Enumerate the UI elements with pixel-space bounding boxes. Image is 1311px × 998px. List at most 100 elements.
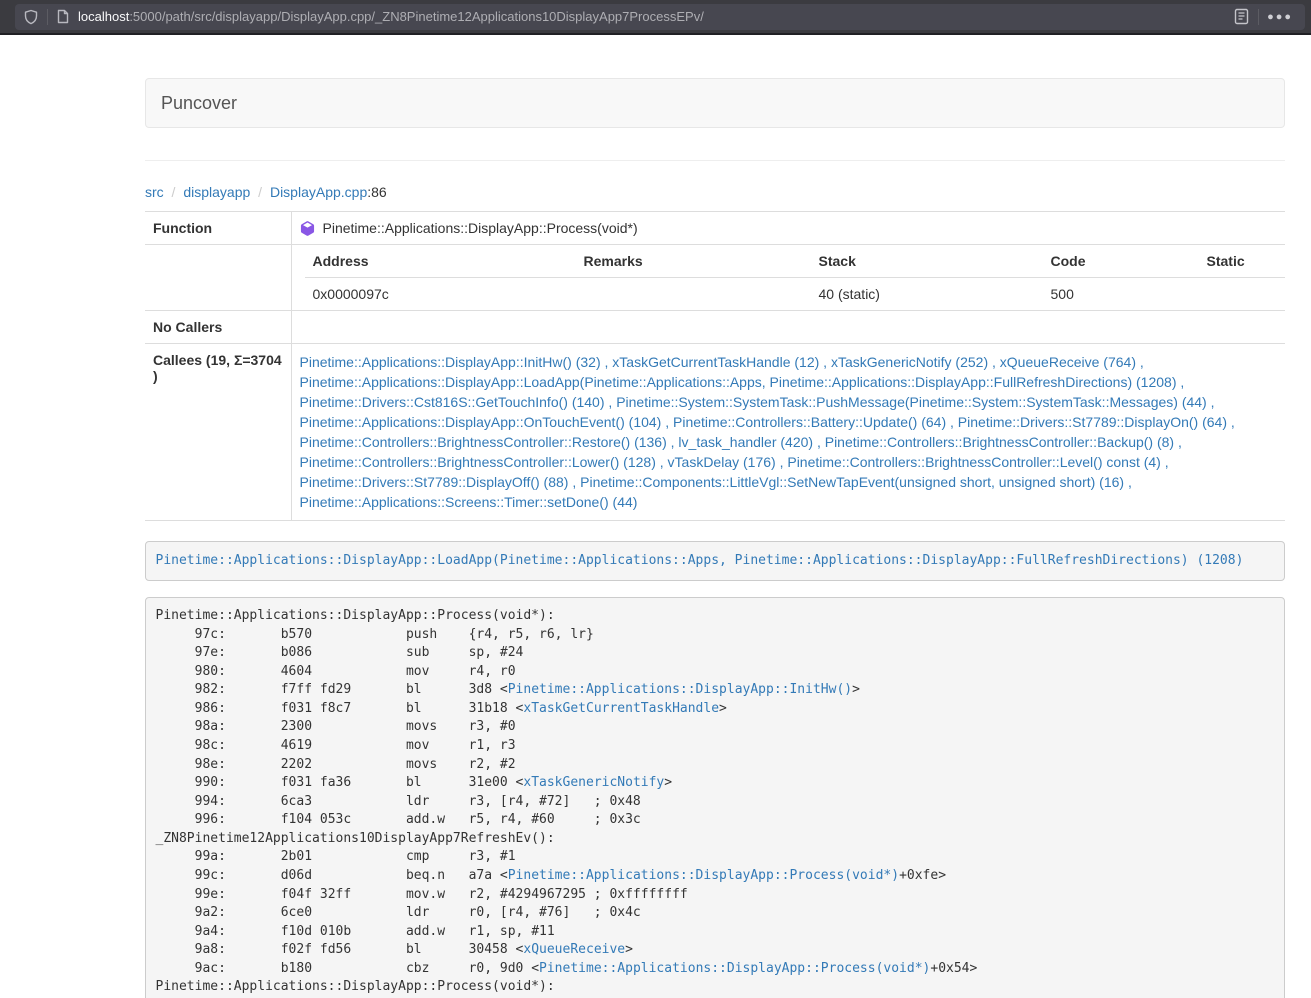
table-row-details: Address Remarks Stack Code Static 0x0000… [145, 245, 1285, 311]
callees-label: Callees (19, Σ=3704 ) [145, 344, 291, 521]
breadcrumb-line-number: :86 [367, 184, 386, 200]
asm-symbol-link[interactable]: xTaskGenericNotify [523, 775, 664, 790]
value-stack: 40 (static) [811, 278, 1043, 311]
url-bar[interactable]: localhost:5000/path/src/displayapp/Displ… [15, 4, 1305, 30]
no-callers-label: No Callers [145, 311, 291, 344]
asm-line: _ZN8Pinetime12Applications10DisplayApp7R… [156, 830, 1275, 849]
toolbar-divider [47, 9, 48, 25]
callee-line: Pinetime::Drivers::Cst816S::GetTouchInfo… [300, 392, 1278, 412]
disassembly-block: Pinetime::Applications::DisplayApp::Proc… [145, 597, 1285, 998]
asm-line: 9a8: f02f fd56 bl 30458 <xQueueReceive> [156, 941, 1275, 960]
table-row-function: Function Pinetime::Applications::Display… [145, 212, 1285, 245]
callee-line: Pinetime::Applications::DisplayApp::OnTo… [300, 412, 1278, 432]
asm-line: 9a2: 6ce0 ldr r0, [r4, #76] ; 0x4c [156, 904, 1275, 923]
page-container: Puncover src / displayapp / DisplayApp.c… [145, 78, 1285, 998]
breadcrumb-separator: / [250, 184, 270, 200]
asm-line: 97e: b086 sub sp, #24 [156, 644, 1275, 663]
table-row-no-callers: No Callers [145, 311, 1285, 344]
function-table: Function Pinetime::Applications::Display… [145, 211, 1285, 521]
callee-link[interactable]: xTaskGetCurrentTaskHandle (12) [612, 354, 819, 370]
col-code: Code [1043, 245, 1199, 278]
asm-line: 980: 4604 mov r4, r0 [156, 663, 1275, 682]
callee-line: Pinetime::Controllers::BrightnessControl… [300, 452, 1278, 472]
asm-line: 9a4: f10d 010b add.w r1, sp, #11 [156, 923, 1275, 942]
value-code: 500 [1043, 278, 1199, 311]
asm-line: 98a: 2300 movs r3, #0 [156, 718, 1275, 737]
value-address: 0x0000097c [305, 278, 576, 311]
table-row-callees: Callees (19, Σ=3704 ) Pinetime::Applicat… [145, 344, 1285, 521]
browser-toolbar: localhost:5000/path/src/displayapp/Displ… [0, 0, 1311, 35]
asm-line: 99e: f04f 32ff mov.w r2, #4294967295 ; 0… [156, 886, 1275, 905]
callee-link[interactable]: Pinetime::Controllers::BrightnessControl… [825, 434, 1174, 450]
callee-link[interactable]: Pinetime::Controllers::BrightnessControl… [300, 454, 656, 470]
callee-link[interactable]: Pinetime::Drivers::Cst816S::GetTouchInfo… [300, 394, 605, 410]
asm-line: 986: f031 f8c7 bl 31b18 <xTaskGetCurrent… [156, 700, 1275, 719]
asm-line: Pinetime::Applications::DisplayApp::Proc… [156, 607, 1275, 626]
asm-line: 97c: b570 push {r4, r5, r6, lr} [156, 626, 1275, 645]
page-icon [56, 9, 70, 24]
asm-symbol-link[interactable]: xQueueReceive [523, 942, 625, 957]
shield-icon [23, 9, 39, 25]
breadcrumb-link-src[interactable]: src [145, 184, 164, 200]
asm-symbol-link[interactable]: Pinetime::Applications::DisplayApp::Proc… [508, 868, 899, 883]
col-stack: Stack [811, 245, 1043, 278]
highlighted-callee-link[interactable]: Pinetime::Applications::DisplayApp::Load… [156, 553, 1244, 568]
page-actions-menu[interactable]: ●●● [1267, 11, 1293, 23]
callee-link[interactable]: Pinetime::Controllers::BrightnessControl… [787, 454, 1160, 470]
callee-link[interactable]: Pinetime::Drivers::St7789::DisplayOn() (… [958, 414, 1227, 430]
value-remarks [576, 278, 811, 311]
callee-link[interactable]: Pinetime::Controllers::BrightnessControl… [300, 434, 667, 450]
function-name: Pinetime::Applications::DisplayApp::Proc… [323, 220, 638, 236]
divider-rule [145, 160, 1285, 161]
callee-link[interactable]: Pinetime::Applications::DisplayApp::Load… [300, 374, 1177, 390]
toolbar-divider-2 [1258, 9, 1259, 25]
col-address: Address [305, 245, 576, 278]
callee-link[interactable]: Pinetime::System::SystemTask::PushMessag… [616, 394, 1207, 410]
url-path: :5000/path/src/displayapp/DisplayApp.cpp… [129, 9, 704, 24]
url-host: localhost [78, 9, 129, 24]
callee-link[interactable]: vTaskDelay (176) [668, 454, 776, 470]
callee-line: Pinetime::Applications::DisplayApp::Load… [300, 372, 1278, 392]
col-static: Static [1199, 245, 1286, 278]
asm-symbol-link[interactable]: Pinetime::Applications::DisplayApp::Init… [508, 682, 852, 697]
breadcrumb-separator: / [164, 184, 184, 200]
asm-line: 996: f104 053c add.w r5, r4, #60 ; 0x3c [156, 811, 1275, 830]
asm-line: 99c: d06d beq.n a7a <Pinetime::Applicati… [156, 867, 1275, 886]
callee-line: Pinetime::Applications::Screens::Timer::… [300, 492, 1278, 512]
function-label: Function [145, 212, 291, 245]
highlighted-callee-block: Pinetime::Applications::DisplayApp::Load… [145, 541, 1285, 581]
asm-line: 994: 6ca3 ldr r3, [r4, #72] ; 0x48 [156, 793, 1275, 812]
callee-line: Pinetime::Controllers::BrightnessControl… [300, 432, 1278, 452]
reader-mode-icon[interactable] [1233, 8, 1250, 25]
asm-line: 99a: 2b01 cmp r3, #1 [156, 848, 1275, 867]
breadcrumb: src / displayapp / DisplayApp.cpp:86 [145, 182, 1285, 202]
col-remarks: Remarks [576, 245, 811, 278]
callee-link[interactable]: xQueueReceive (764) [1000, 354, 1136, 370]
app-header: Puncover [145, 78, 1285, 128]
asm-line: 98c: 4619 mov r1, r3 [156, 737, 1275, 756]
callees-list: Pinetime::Applications::DisplayApp::Init… [291, 344, 1285, 521]
asm-line: 990: f031 fa36 bl 31e00 <xTaskGenericNot… [156, 774, 1275, 793]
callee-link[interactable]: Pinetime::Controllers::Battery::Update()… [673, 414, 946, 430]
url-input[interactable]: localhost:5000/path/src/displayapp/Displ… [78, 9, 704, 24]
asm-line: 9ac: b180 cbz r0, 9d0 <Pinetime::Applica… [156, 960, 1275, 979]
breadcrumb-link-DisplayApp.cpp[interactable]: DisplayApp.cpp [270, 184, 367, 200]
asm-line: 98e: 2202 movs r2, #2 [156, 756, 1275, 775]
details-table: Address Remarks Stack Code Static 0x0000… [305, 245, 1286, 310]
asm-line: 982: f7ff fd29 bl 3d8 <Pinetime::Applica… [156, 681, 1275, 700]
callee-line: Pinetime::Drivers::St7789::DisplayOff() … [300, 472, 1278, 492]
asm-symbol-link[interactable]: xTaskGetCurrentTaskHandle [523, 701, 719, 716]
value-static [1199, 278, 1286, 311]
callee-link[interactable]: Pinetime::Applications::DisplayApp::OnTo… [300, 414, 662, 430]
callee-link[interactable]: Pinetime::Components::LittleVgl::SetNewT… [580, 474, 1124, 490]
callee-link[interactable]: Pinetime::Applications::Screens::Timer::… [300, 494, 638, 510]
asm-symbol-link[interactable]: Pinetime::Applications::DisplayApp::Proc… [539, 961, 930, 976]
callee-link[interactable]: xTaskGenericNotify (252) [831, 354, 988, 370]
callee-link[interactable]: Pinetime::Drivers::St7789::DisplayOff() … [300, 474, 569, 490]
callee-line: Pinetime::Applications::DisplayApp::Init… [300, 352, 1278, 372]
app-title-link[interactable]: Puncover [146, 93, 252, 114]
breadcrumb-link-displayapp[interactable]: displayapp [183, 184, 250, 200]
package-icon [300, 221, 315, 236]
callee-link[interactable]: lv_task_handler (420) [678, 434, 813, 450]
callee-link[interactable]: Pinetime::Applications::DisplayApp::Init… [300, 354, 601, 370]
